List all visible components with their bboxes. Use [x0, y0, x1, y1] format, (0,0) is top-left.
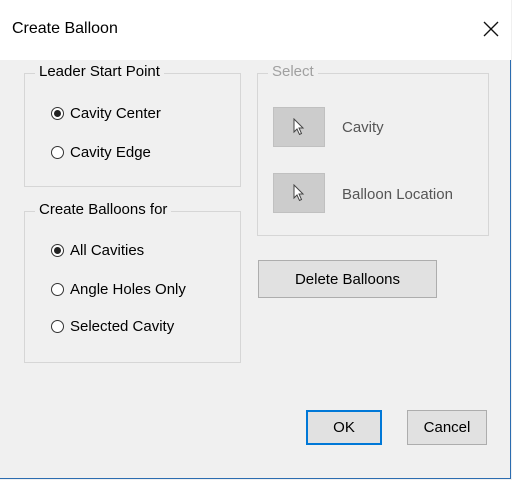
- select-legend: Select: [268, 63, 318, 80]
- window-title: Create Balloon: [12, 20, 118, 37]
- leader-start-point-group: Leader Start Point: [24, 63, 241, 187]
- radio-angle-holes-only[interactable]: Angle Holes Only: [51, 281, 186, 298]
- radio-indicator: [51, 320, 64, 333]
- radio-label: Selected Cavity: [70, 318, 175, 335]
- radio-all-cavities[interactable]: All Cavities: [51, 242, 144, 259]
- close-button[interactable]: [476, 14, 506, 44]
- cursor-arrow-icon: [293, 184, 305, 202]
- radio-indicator: [51, 146, 64, 159]
- title-bar: Create Balloon: [0, 0, 511, 60]
- delete-balloons-button[interactable]: Delete Balloons: [258, 260, 437, 298]
- ok-button[interactable]: OK: [306, 410, 382, 445]
- radio-indicator: [51, 283, 64, 296]
- radio-indicator: [51, 244, 64, 257]
- pick-cavity-button[interactable]: [273, 107, 325, 147]
- create-balloons-for-legend: Create Balloons for: [35, 201, 172, 218]
- radio-indicator: [51, 107, 64, 120]
- cancel-button[interactable]: Cancel: [407, 410, 487, 445]
- pick-balloon-location-button[interactable]: [273, 173, 325, 213]
- radio-cavity-edge[interactable]: Cavity Edge: [51, 144, 151, 161]
- close-icon: [483, 21, 499, 37]
- create-balloon-dialog: Create Balloon Leader Start Point Cavity…: [0, 0, 511, 479]
- balloon-location-label: Balloon Location: [342, 186, 453, 203]
- cursor-arrow-icon: [293, 118, 305, 136]
- radio-label: All Cavities: [70, 242, 145, 259]
- radio-cavity-center[interactable]: Cavity Center: [51, 105, 161, 122]
- cavity-label: Cavity: [342, 119, 384, 136]
- radio-selected-cavity[interactable]: Selected Cavity: [51, 318, 174, 335]
- radio-label: Cavity Edge: [70, 144, 151, 161]
- leader-start-point-legend: Leader Start Point: [35, 63, 164, 80]
- radio-label: Cavity Center: [70, 105, 161, 122]
- radio-label: Angle Holes Only: [70, 281, 186, 298]
